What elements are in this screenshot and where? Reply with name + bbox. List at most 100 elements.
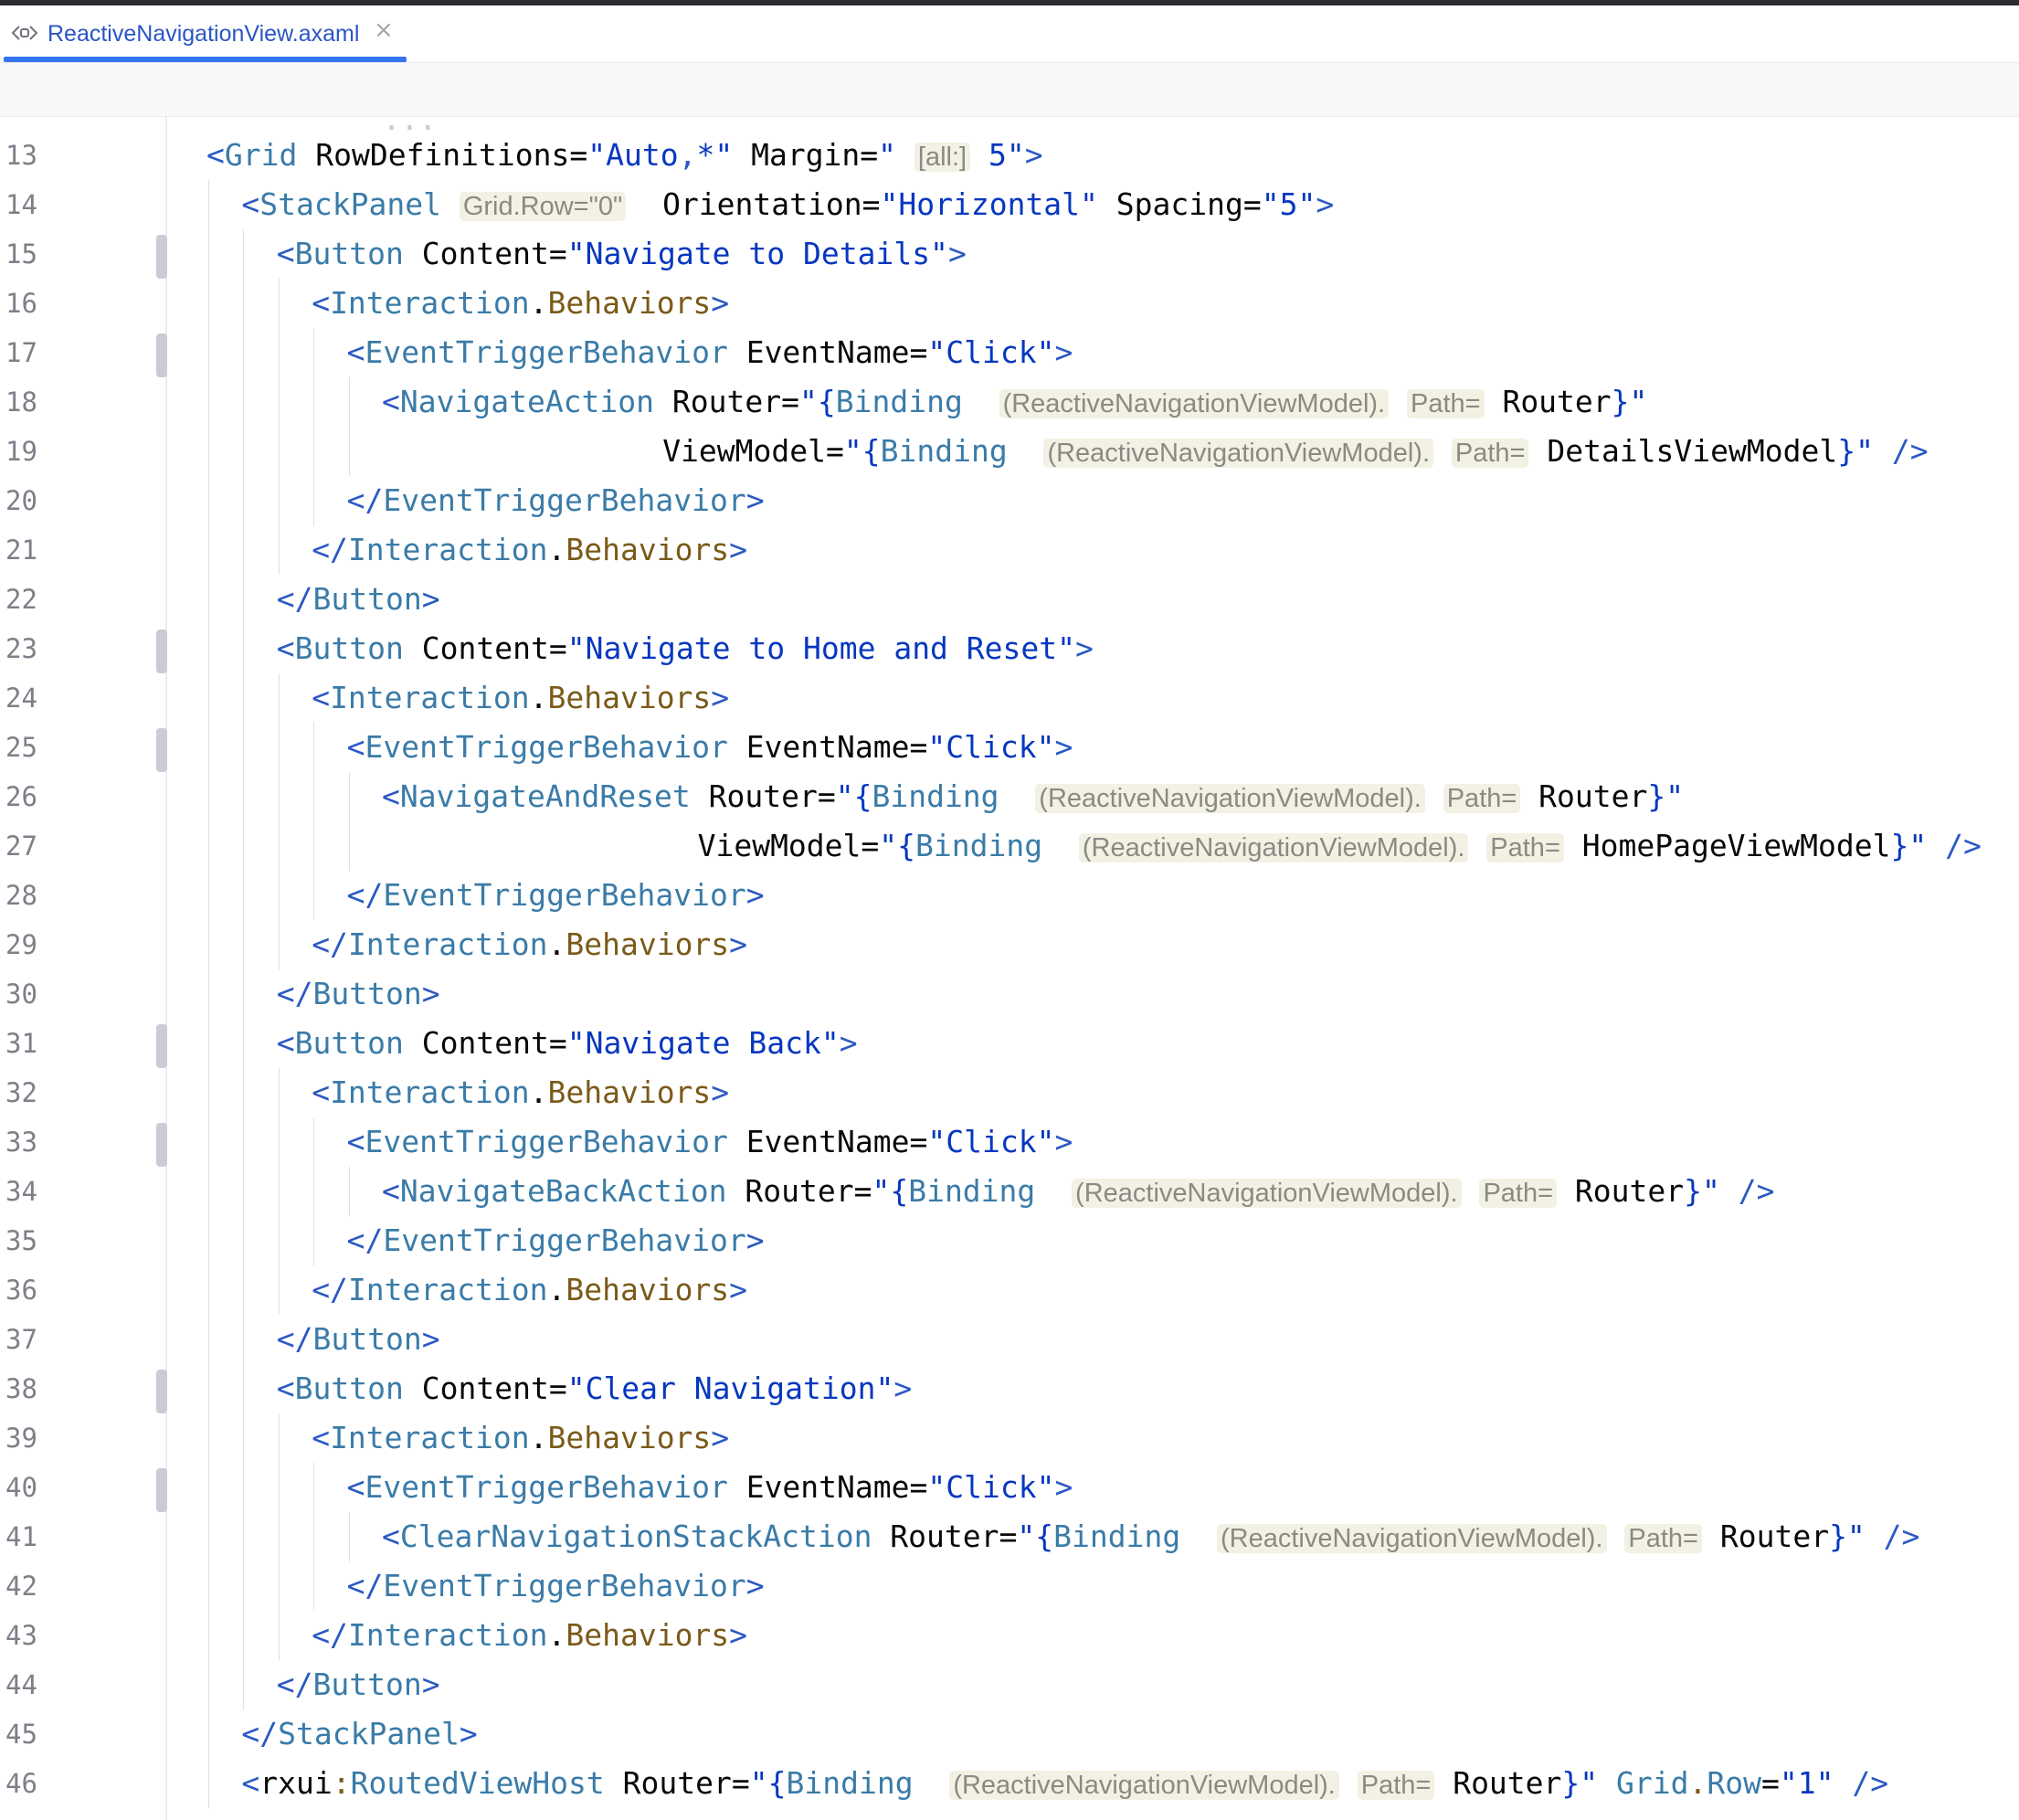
indent-guide xyxy=(313,821,315,871)
code-line[interactable]: 41 <ClearNavigationStackAction Router="{B… xyxy=(0,1512,2019,1561)
code-line[interactable]: 16 <Interaction.Behaviors> xyxy=(0,279,2019,328)
line-number: 18 xyxy=(5,386,37,418)
line-number: 42 xyxy=(5,1571,37,1602)
code-token: Router xyxy=(1701,1518,1830,1554)
code-line[interactable]: 19 ViewModel="{Binding (ReactiveNavigatio… xyxy=(0,427,2019,476)
indent-guide xyxy=(313,1216,315,1265)
code-line[interactable]: 46 <rxui:RoutedViewHost Router="{Binding … xyxy=(0,1759,2019,1808)
code-token: . xyxy=(529,680,548,715)
fold-marker[interactable] xyxy=(156,235,167,279)
inlay-hint: Path= xyxy=(1624,1524,1702,1553)
code-line[interactable]: 35 </EventTriggerBehavior> xyxy=(0,1216,2019,1265)
code-token: Button xyxy=(312,1667,422,1702)
code-token: < xyxy=(312,1420,331,1455)
fold-marker[interactable] xyxy=(156,728,167,772)
code-line[interactable]: 37 </Button> xyxy=(0,1315,2019,1364)
code-line[interactable]: 21 </Interaction.Behaviors> xyxy=(0,525,2019,575)
fold-marker[interactable] xyxy=(156,630,167,673)
line-number: 17 xyxy=(5,337,37,368)
code-line[interactable]: 22 </Button> xyxy=(0,575,2019,624)
code-line[interactable]: 38 <Button Content="Clear Navigation"> xyxy=(0,1364,2019,1413)
code-line[interactable]: 31 <Button Content="Navigate Back"> xyxy=(0,1019,2019,1068)
code-token: Router xyxy=(1557,1173,1685,1209)
close-icon[interactable]: × xyxy=(374,16,394,44)
code-line[interactable]: 29 </Interaction.Behaviors> xyxy=(0,920,2019,969)
code-line[interactable]: 34 <NavigateBackAction Router="{Binding (… xyxy=(0,1167,2019,1216)
code-token: Behaviors xyxy=(547,680,712,715)
code-token: Interaction xyxy=(330,680,530,715)
code-token: Orientation= xyxy=(626,186,881,222)
code-token: Binding xyxy=(915,828,1043,863)
code-line[interactable]: 23 <Button Content="Navigate to Home and … xyxy=(0,624,2019,673)
code-line[interactable]: 30 </Button> xyxy=(0,969,2019,1019)
code-token: < xyxy=(346,1124,365,1159)
code-token: > xyxy=(1316,186,1335,222)
code-token: < xyxy=(312,1074,331,1110)
code-line[interactable]: 28 </EventTriggerBehavior> xyxy=(0,871,2019,920)
code-line[interactable]: 32 <Interaction.Behaviors> xyxy=(0,1068,2019,1117)
indent-guide xyxy=(278,525,280,575)
code-line[interactable]: 17 <EventTriggerBehavior EventName="Click… xyxy=(0,328,2019,377)
indent-guide xyxy=(208,772,209,821)
code-line[interactable]: 44 </Button> xyxy=(0,1660,2019,1709)
code-line[interactable]: 20 </EventTriggerBehavior> xyxy=(0,476,2019,525)
editor-tab-title: ReactiveNavigationView.axaml xyxy=(48,21,360,47)
code-token: "Click" xyxy=(927,1124,1055,1159)
fold-marker[interactable] xyxy=(156,1468,167,1512)
code-token: "Navigate to Home and Reset" xyxy=(566,630,1075,666)
line-number: 23 xyxy=(5,633,37,664)
code-line[interactable]: 42 </EventTriggerBehavior> xyxy=(0,1561,2019,1611)
code-text: ViewModel="{Binding (ReactiveNavigationV… xyxy=(698,821,1982,873)
code-token: > xyxy=(711,680,730,715)
editor-tab[interactable]: ReactiveNavigationView.axaml × xyxy=(0,5,407,62)
code-line[interactable]: 15 <Button Content="Navigate to Details"> xyxy=(0,229,2019,279)
code-line[interactable]: 40 <EventTriggerBehavior EventName="Click… xyxy=(0,1463,2019,1512)
code-line[interactable]: 33 <EventTriggerBehavior EventName="Click… xyxy=(0,1117,2019,1167)
line-number: 14 xyxy=(5,189,37,220)
code-line[interactable]: 25 <EventTriggerBehavior EventName="Click… xyxy=(0,723,2019,772)
inlay-hint: Path= xyxy=(1443,784,1521,813)
code-line[interactable]: 18 <NavigateAction Router="{Binding (Reac… xyxy=(0,377,2019,427)
indent-guide xyxy=(278,821,280,871)
indent-guide xyxy=(208,1561,209,1611)
code-token: Router= xyxy=(654,384,799,419)
code-line[interactable]: 43 </Interaction.Behaviors> xyxy=(0,1611,2019,1660)
code-line[interactable]: 45 </StackPanel> xyxy=(0,1709,2019,1759)
fold-marker[interactable] xyxy=(156,1370,167,1413)
fold-marker[interactable] xyxy=(156,333,167,377)
fold-marker[interactable] xyxy=(156,1123,167,1167)
code-line[interactable]: 26 <NavigateAndReset Router="{Binding (Re… xyxy=(0,772,2019,821)
code-token: "1" xyxy=(1779,1765,1834,1801)
code-token: EventTriggerBehavior xyxy=(365,1124,728,1159)
indent-guide xyxy=(278,1216,280,1265)
indent-guide xyxy=(278,871,280,920)
code-token: Interaction xyxy=(347,1617,548,1653)
code-token: . xyxy=(547,532,566,567)
code-token: Button xyxy=(294,1025,404,1061)
code-token: NavigateAndReset xyxy=(399,778,691,814)
code-token: Grid xyxy=(224,137,298,173)
code-line[interactable]: 36 </Interaction.Behaviors> xyxy=(0,1265,2019,1315)
code-token: "Navigate to Details" xyxy=(566,236,948,271)
code-token: 5" xyxy=(970,137,1025,173)
line-number: 33 xyxy=(5,1127,37,1158)
code-line[interactable]: 13 <Grid RowDefinitions="Auto,*" Margin="… xyxy=(0,131,2019,180)
code-text: ViewModel="{Binding (ReactiveNavigationV… xyxy=(662,427,1928,478)
code-token: . xyxy=(547,1617,566,1653)
code-line[interactable]: 39 <Interaction.Behaviors> xyxy=(0,1413,2019,1463)
fold-marker[interactable] xyxy=(156,1024,167,1068)
code-token: EventTriggerBehavior xyxy=(365,334,728,370)
code-line[interactable]: 14 <StackPanel Grid.Row="0" Orientation="… xyxy=(0,180,2019,229)
code-token: Button xyxy=(312,1321,422,1357)
indent-guide xyxy=(313,328,315,377)
code-text: </Button> xyxy=(277,1660,440,1709)
code-line[interactable]: 24 <Interaction.Behaviors> xyxy=(0,673,2019,723)
code-editor[interactable]: ... 13 <Grid RowDefinitions="Auto,*" Marg… xyxy=(0,117,2019,1820)
code-line[interactable]: 27 ViewModel="{Binding (ReactiveNavigatio… xyxy=(0,821,2019,871)
code-token: > xyxy=(729,1617,748,1653)
code-token: Button xyxy=(294,630,404,666)
